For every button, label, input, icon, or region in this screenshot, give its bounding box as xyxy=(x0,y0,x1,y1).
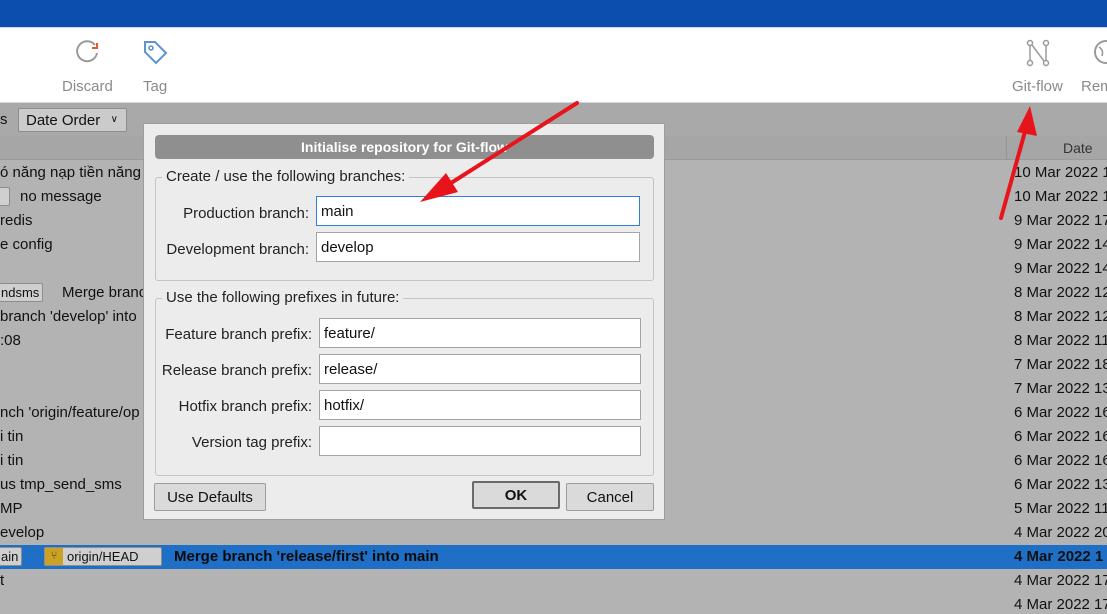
toolbar-button-partial[interactable]: n xyxy=(0,28,8,104)
toolbar: n Discard Tag Git-flow Re xyxy=(0,27,1107,103)
commit-row[interactable]: 4 Mar 2022 17 xyxy=(0,593,1107,614)
sort-order-select[interactable]: Date Order ∨ xyxy=(18,108,127,132)
commit-date: 8 Mar 2022 12 xyxy=(1014,308,1107,325)
prefixes-legend: Use the following prefixes in future: xyxy=(162,289,404,306)
commit-date: 6 Mar 2022 16 xyxy=(1014,428,1107,445)
hotfix-prefix-input[interactable] xyxy=(319,390,641,420)
hotfix-prefix-label: Hotfix branch prefix: xyxy=(178,398,312,415)
commit-row[interactable]: t 4 Mar 2022 17 xyxy=(0,569,1107,593)
commit-date: 9 Mar 2022 17 xyxy=(1014,212,1107,229)
prefixes-group: Use the following prefixes in future: Fe… xyxy=(155,289,654,476)
production-branch-input[interactable] xyxy=(316,196,640,226)
commit-date: 6 Mar 2022 13 xyxy=(1014,476,1107,493)
commit-message: no message xyxy=(20,188,102,205)
commit-message: redis xyxy=(0,212,33,229)
window-titlebar xyxy=(0,0,1107,27)
commit-message: i tin xyxy=(0,452,24,469)
feature-prefix-input[interactable] xyxy=(319,318,641,348)
version-tag-prefix-input[interactable] xyxy=(319,426,641,456)
remote-icon xyxy=(1094,40,1107,64)
ok-button[interactable]: OK xyxy=(472,481,560,509)
tag-label: Tag xyxy=(143,78,168,95)
branches-group: Create / use the following branches: Pro… xyxy=(155,168,654,281)
commit-message: ó năng nạp tiền năng c xyxy=(0,164,153,181)
version-tag-prefix-label: Version tag prefix: xyxy=(191,434,312,451)
gitflow-init-dialog: Initialise repository for Git-flow Creat… xyxy=(143,123,665,520)
discard-button[interactable]: Discard xyxy=(56,28,118,104)
production-branch-label: Production branch: xyxy=(183,205,309,222)
gitflow-label: Git-flow xyxy=(1012,78,1063,95)
release-prefix-label: Release branch prefix: xyxy=(161,362,312,379)
commit-message: branch 'develop' into xyxy=(0,308,137,325)
remote-button[interactable]: Rem xyxy=(1080,28,1107,104)
gitflow-button[interactable]: Git-flow xyxy=(1006,28,1070,104)
commit-message: Merge branc xyxy=(62,284,147,301)
tag-icon xyxy=(144,41,168,65)
commit-date: 10 Mar 2022 1 xyxy=(1014,188,1107,205)
commit-message: i tin xyxy=(0,428,24,445)
commit-message: e config xyxy=(0,236,53,253)
commit-date: 8 Mar 2022 11 xyxy=(1014,332,1107,349)
commit-row[interactable]: ain ⑂ origin/HEAD Merge branch 'release/fir… xyxy=(0,545,1107,569)
branch-chip: ain xyxy=(0,547,23,566)
commit-message: MP xyxy=(0,500,23,517)
commit-date: 8 Mar 2022 12 xyxy=(1014,284,1107,301)
sort-order-value: Date Order xyxy=(26,112,101,129)
branch-chip: ndsms xyxy=(0,283,44,302)
remote-label: Rem xyxy=(1081,78,1107,95)
release-prefix-input[interactable] xyxy=(319,354,641,384)
commit-date: 6 Mar 2022 16 xyxy=(1014,404,1107,421)
commit-date: 9 Mar 2022 14 xyxy=(1014,236,1107,253)
filter-partial-label: s xyxy=(0,111,8,128)
commit-message: nch 'origin/feature/op xyxy=(0,404,140,421)
use-defaults-button[interactable]: Use Defaults xyxy=(154,483,266,511)
commit-date: 7 Mar 2022 18 xyxy=(1014,356,1107,373)
commit-message: us tmp_send_sms xyxy=(0,476,122,493)
branch-icon: ⑂ xyxy=(45,548,63,565)
cancel-button[interactable]: Cancel xyxy=(566,483,654,511)
commit-date: 7 Mar 2022 13 xyxy=(1014,380,1107,397)
commit-date: 4 Mar 2022 17 xyxy=(1014,596,1107,613)
discard-icon xyxy=(76,40,98,63)
feature-prefix-label: Feature branch prefix: xyxy=(165,326,312,343)
commit-date: 4 Mar 2022 17 xyxy=(1014,572,1107,589)
discard-label: Discard xyxy=(62,78,113,95)
branch-chip xyxy=(0,187,10,206)
commit-message: :08 xyxy=(0,332,21,349)
date-column-header[interactable]: Date xyxy=(1006,136,1107,160)
commit-date: 5 Mar 2022 11 xyxy=(1014,500,1107,517)
remote-head-label: origin/HEAD xyxy=(67,549,139,564)
development-branch-input[interactable] xyxy=(316,232,640,262)
chevron-down-icon: ∨ xyxy=(110,114,118,125)
commit-date: 6 Mar 2022 16 xyxy=(1014,452,1107,469)
branches-legend: Create / use the following branches: xyxy=(162,168,410,185)
commit-row[interactable]: evelop 4 Mar 2022 20 xyxy=(0,521,1107,545)
commit-date: 10 Mar 2022 1 xyxy=(1014,164,1107,181)
commit-message: evelop xyxy=(0,524,45,541)
commit-date: 4 Mar 2022 1 xyxy=(1014,548,1104,565)
commit-message: Merge branch 'release/first' into main xyxy=(174,548,439,565)
tag-button[interactable]: Tag xyxy=(135,28,175,104)
commit-date: 4 Mar 2022 20 xyxy=(1014,524,1107,541)
dialog-title: Initialise repository for Git-flow xyxy=(155,135,654,159)
commit-message: t xyxy=(0,572,5,589)
development-branch-label: Development branch: xyxy=(166,241,309,258)
gitflow-icon xyxy=(1026,39,1050,67)
commit-date: 9 Mar 2022 14 xyxy=(1014,260,1107,277)
remote-head-chip: ⑂ origin/HEAD xyxy=(44,547,162,566)
